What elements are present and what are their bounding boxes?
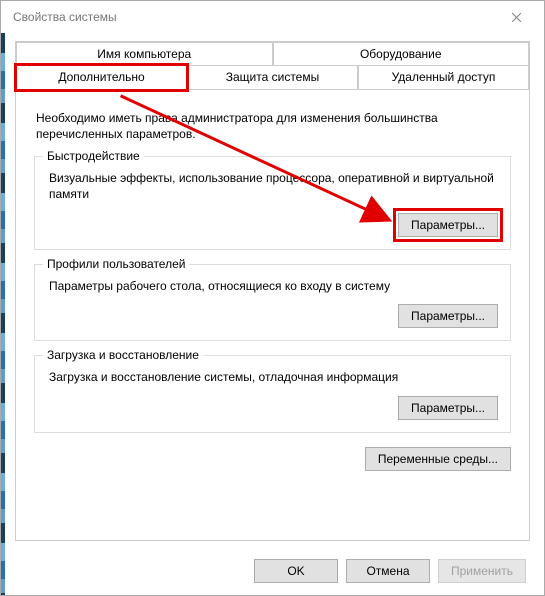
- apply-button: Применить: [438, 559, 526, 583]
- tab-computer-name[interactable]: Имя компьютера: [16, 42, 273, 65]
- close-icon: [511, 12, 522, 23]
- startup-settings-button[interactable]: Параметры...: [398, 396, 498, 420]
- performance-settings-button[interactable]: Параметры...: [398, 213, 498, 237]
- edge-stripe: [1, 1, 5, 595]
- group-profiles: Профили пользователей Параметры рабочего…: [34, 264, 511, 342]
- tab-pane-advanced: Необходимо иметь права администратора дл…: [16, 90, 529, 487]
- tab-hardware[interactable]: Оборудование: [273, 42, 530, 65]
- titlebar: Свойства системы: [1, 1, 544, 33]
- window-title: Свойства системы: [13, 10, 117, 24]
- environment-variables-button[interactable]: Переменные среды...: [365, 447, 511, 471]
- dialog-content: Имя компьютера Оборудование Дополнительн…: [15, 41, 530, 541]
- dialog-buttons: OK Отмена Применить: [254, 559, 526, 583]
- ok-button[interactable]: OK: [254, 559, 338, 583]
- tab-remote[interactable]: Удаленный доступ: [358, 65, 529, 90]
- group-profiles-desc: Параметры рабочего стола, относящиеся ко…: [49, 279, 496, 295]
- close-button[interactable]: [496, 1, 536, 33]
- cancel-button[interactable]: Отмена: [346, 559, 430, 583]
- group-startup-desc: Загрузка и восстановление системы, отлад…: [49, 370, 496, 386]
- intro-text: Необходимо иметь права администратора дл…: [36, 110, 509, 142]
- tabs: Имя компьютера Оборудование Дополнительн…: [16, 42, 529, 90]
- tab-advanced[interactable]: Дополнительно: [16, 65, 187, 90]
- group-startup: Загрузка и восстановление Загрузка и вос…: [34, 355, 511, 433]
- group-performance: Быстродействие Визуальные эффекты, испол…: [34, 156, 511, 249]
- profiles-settings-button[interactable]: Параметры...: [398, 304, 498, 328]
- tab-system-protection[interactable]: Защита системы: [187, 65, 358, 90]
- group-performance-title: Быстродействие: [43, 149, 144, 163]
- group-performance-desc: Визуальные эффекты, использование процес…: [49, 171, 496, 202]
- group-profiles-title: Профили пользователей: [43, 257, 189, 271]
- group-startup-title: Загрузка и восстановление: [43, 348, 203, 362]
